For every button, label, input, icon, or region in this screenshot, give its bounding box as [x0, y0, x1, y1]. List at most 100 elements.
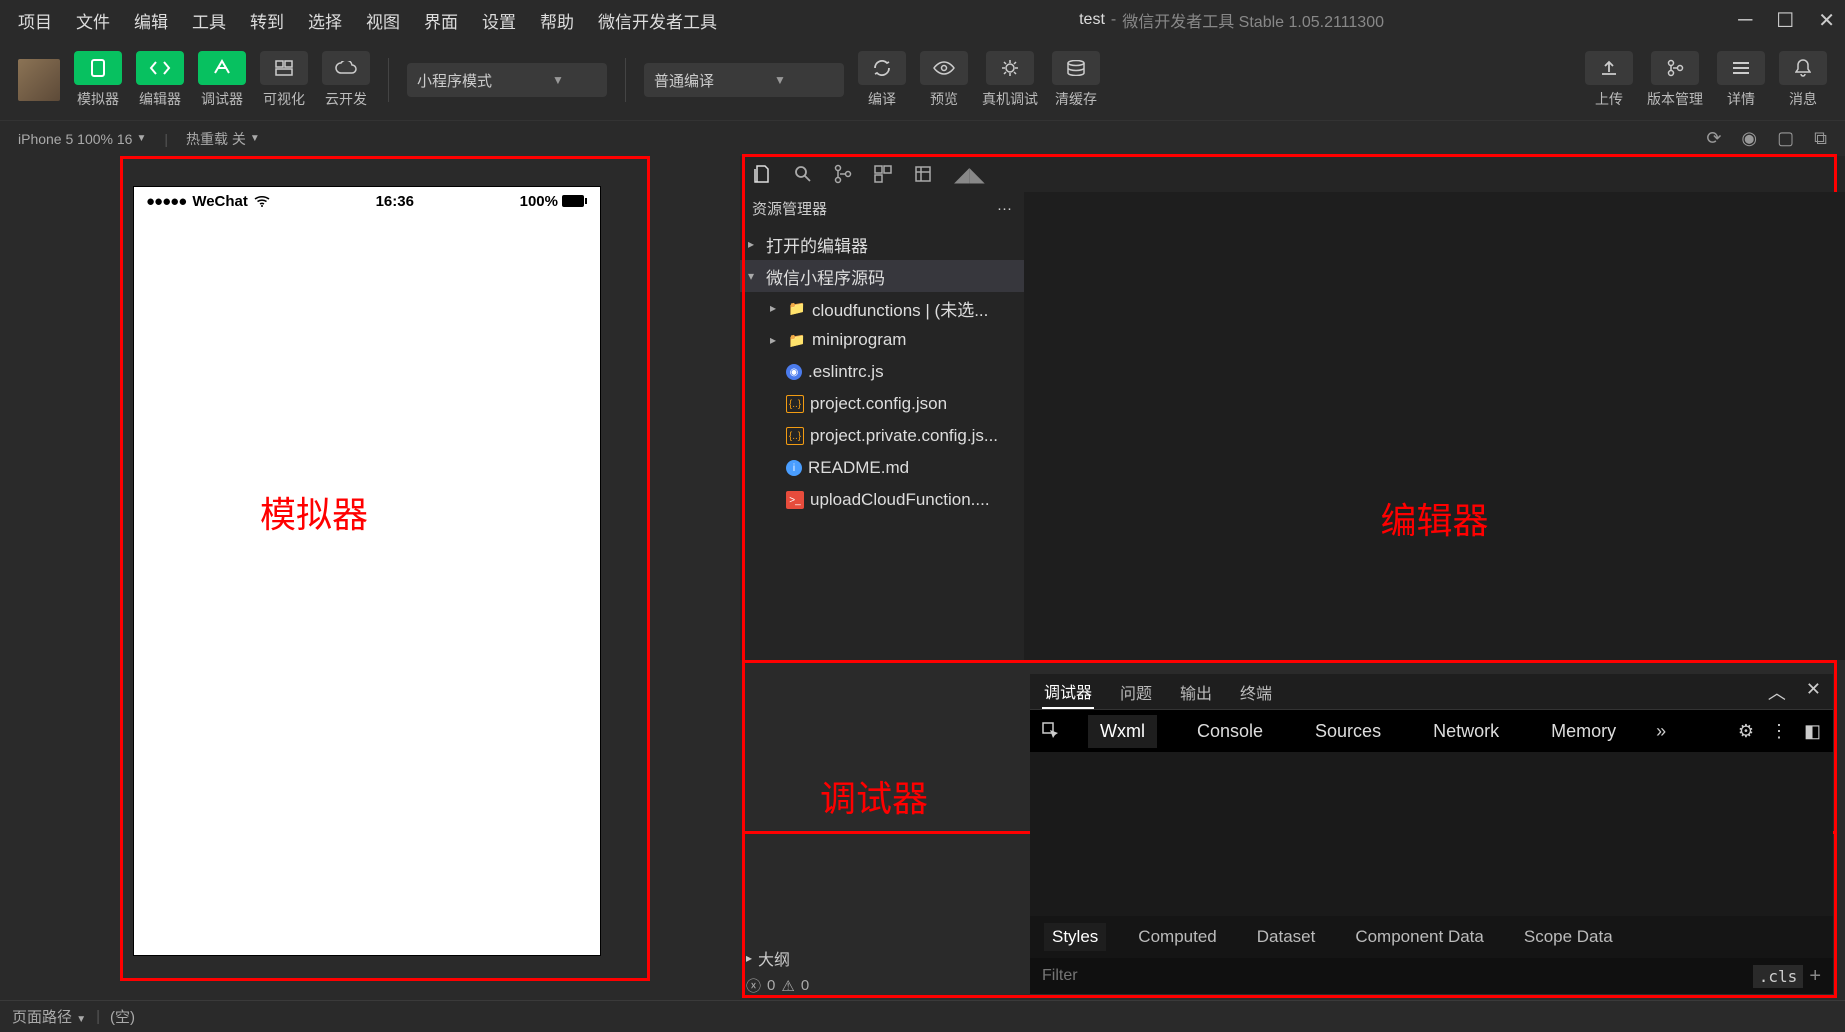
- realdebug-label: 真机调试: [982, 89, 1038, 109]
- simulator-button[interactable]: [74, 51, 122, 85]
- close-icon[interactable]: ✕: [1818, 8, 1835, 33]
- compile-button[interactable]: [858, 51, 906, 85]
- device-icon[interactable]: ▢: [1777, 128, 1794, 149]
- mode-select[interactable]: 小程序模式 ▼: [407, 63, 607, 97]
- tab-output[interactable]: 输出: [1178, 676, 1214, 708]
- subtab-dataset[interactable]: Dataset: [1249, 923, 1324, 951]
- hotreload-select[interactable]: 热重载 关 ▼: [186, 129, 260, 149]
- compile-label: 编译: [868, 89, 896, 109]
- tab-console[interactable]: Console: [1185, 715, 1275, 748]
- tree-item-cloudfunctions[interactable]: ▸ 📁 cloudfunctions | (未选...: [740, 292, 1024, 324]
- wifi-icon: [254, 195, 270, 207]
- tab-wxml[interactable]: Wxml: [1088, 715, 1157, 748]
- tab-sources[interactable]: Sources: [1303, 715, 1393, 748]
- chevron-right-icon: ▸: [748, 237, 760, 251]
- menu-select[interactable]: 选择: [300, 4, 350, 37]
- menu-settings[interactable]: 设置: [474, 4, 524, 37]
- chevron-up-icon[interactable]: ︿: [1768, 679, 1786, 705]
- status-bar: 页面路径 ▼ | (空): [0, 1000, 1845, 1032]
- simulator-panel: 模拟器 ●●●●● WeChat 16:36 100%: [0, 156, 740, 1000]
- menu-help[interactable]: 帮助: [532, 4, 582, 37]
- gear-icon[interactable]: ⚙: [1738, 721, 1754, 742]
- debugger-button[interactable]: [198, 51, 246, 85]
- maximize-icon[interactable]: ☐: [1776, 8, 1794, 33]
- more-tabs-icon[interactable]: »: [1656, 721, 1666, 742]
- extensions-icon[interactable]: [874, 165, 892, 183]
- subtab-styles[interactable]: Styles: [1044, 923, 1106, 951]
- close-icon[interactable]: ✕: [1806, 679, 1821, 705]
- problems-status[interactable]: ⓧ0 ⚠0: [746, 975, 809, 996]
- tab-terminal[interactable]: 终端: [1238, 676, 1274, 708]
- filter-input[interactable]: [1042, 967, 1753, 985]
- inspect-icon[interactable]: [1042, 722, 1060, 740]
- subtab-computed[interactable]: Computed: [1130, 923, 1224, 951]
- cloud-label: 云开发: [325, 89, 367, 109]
- kebab-icon[interactable]: ⋮: [1770, 721, 1788, 742]
- avatar[interactable]: [18, 59, 60, 101]
- menu-goto[interactable]: 转到: [242, 4, 292, 37]
- md-file-icon: i: [786, 460, 802, 476]
- subtab-scopedata[interactable]: Scope Data: [1516, 923, 1621, 951]
- tree-item-projectconfig[interactable]: {..} project.config.json: [740, 388, 1024, 420]
- add-rule-icon[interactable]: +: [1809, 965, 1821, 988]
- tab-network[interactable]: Network: [1421, 715, 1511, 748]
- menu-edit[interactable]: 编辑: [126, 4, 176, 37]
- page-path-label[interactable]: 页面路径 ▼: [12, 1006, 86, 1027]
- error-icon: ⓧ: [746, 975, 761, 996]
- git-icon[interactable]: [834, 164, 852, 184]
- device-select[interactable]: iPhone 5 100% 16 ▼: [18, 131, 146, 147]
- devtools-body: [1030, 752, 1833, 916]
- chevron-right-icon: ▸: [746, 951, 752, 965]
- cloud-button[interactable]: [322, 51, 370, 85]
- annotation-label-simulator: 模拟器: [260, 486, 368, 538]
- debugger-area: 调试器 问题 输出 终端 ︿ ✕ Wxml Console Sources Ne…: [1030, 674, 1833, 994]
- notify-button[interactable]: [1779, 51, 1827, 85]
- search-icon[interactable]: [794, 165, 812, 183]
- outline-section[interactable]: ▸ 大纲: [746, 946, 790, 970]
- stop-icon[interactable]: ◉: [1741, 128, 1757, 149]
- menu-interface[interactable]: 界面: [416, 4, 466, 37]
- preview-button[interactable]: [920, 51, 968, 85]
- version-button[interactable]: [1651, 51, 1699, 85]
- subtab-componentdata[interactable]: Component Data: [1347, 923, 1492, 951]
- dock-icon[interactable]: ◧: [1804, 721, 1821, 742]
- project-name: test: [1079, 11, 1105, 29]
- minimize-icon[interactable]: ─: [1738, 9, 1752, 32]
- version-label: 版本管理: [1647, 89, 1703, 109]
- files-icon[interactable]: [752, 164, 772, 184]
- main-area: 模拟器 ●●●●● WeChat 16:36 100%: [0, 156, 1845, 1000]
- refresh-icon[interactable]: ⟳: [1706, 128, 1721, 149]
- menu-project[interactable]: 项目: [10, 4, 60, 37]
- realdebug-button[interactable]: [986, 51, 1034, 85]
- clearcache-label: 清缓存: [1055, 89, 1097, 109]
- editor-label: 编辑器: [139, 89, 181, 109]
- database-icon[interactable]: [914, 165, 932, 183]
- tab-memory[interactable]: Memory: [1539, 715, 1628, 748]
- clearcache-button[interactable]: [1052, 51, 1100, 85]
- compile-select[interactable]: 普通编译 ▼: [644, 63, 844, 97]
- tab-debugger[interactable]: 调试器: [1042, 675, 1094, 709]
- tree-section-project[interactable]: ▾ 微信小程序源码: [740, 260, 1024, 292]
- menu-view[interactable]: 视图: [358, 4, 408, 37]
- visual-button[interactable]: [260, 51, 308, 85]
- cls-toggle[interactable]: .cls: [1753, 965, 1804, 988]
- tree-item-eslintrc[interactable]: ◉ .eslintrc.js: [740, 356, 1024, 388]
- menu-file[interactable]: 文件: [68, 4, 118, 37]
- popout-icon[interactable]: ⧉: [1814, 128, 1827, 149]
- tree-item-miniprogram[interactable]: ▸ 📁 miniprogram: [740, 324, 1024, 356]
- menu-wxdevtools[interactable]: 微信开发者工具: [590, 4, 725, 37]
- tree-item-projectprivate[interactable]: {..} project.private.config.js...: [740, 420, 1024, 452]
- details-label: 详情: [1727, 89, 1755, 109]
- details-button[interactable]: [1717, 51, 1765, 85]
- tab-problems[interactable]: 问题: [1118, 676, 1154, 708]
- tree-item-uploadcloud[interactable]: >_ uploadCloudFunction....: [740, 484, 1024, 516]
- tree-item-readme[interactable]: i README.md: [740, 452, 1024, 484]
- menu-tool[interactable]: 工具: [184, 4, 234, 37]
- notify-label: 消息: [1789, 89, 1817, 109]
- docker-icon[interactable]: ◢◣: [954, 162, 985, 187]
- tree-section-open-editors[interactable]: ▸ 打开的编辑器: [740, 228, 1024, 260]
- editor-button[interactable]: [136, 51, 184, 85]
- upload-button[interactable]: [1585, 51, 1633, 85]
- more-icon[interactable]: ···: [997, 200, 1012, 217]
- battery-percent: 100%: [520, 193, 558, 210]
